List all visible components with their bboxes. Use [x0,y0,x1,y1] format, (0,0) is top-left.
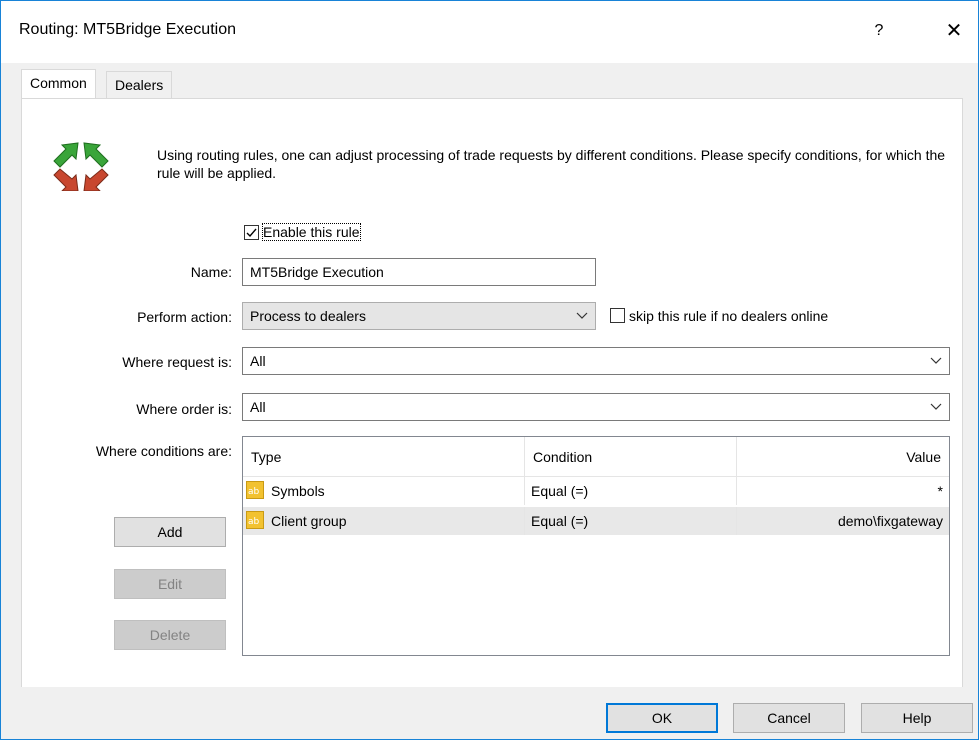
type-cell: ab Symbols [243,477,525,505]
condition-cell: Equal (=) [525,477,737,505]
value-cell: * [937,483,943,499]
perform-action-label: Perform action: [137,309,232,325]
table-row[interactable]: ab Symbols Equal (=) * [243,477,949,505]
checkbox-box [610,308,625,323]
routing-dialog: Routing: MT5Bridge Execution ? ✕ Common … [0,0,979,740]
description-text: Using routing rules, one can adjust proc… [157,147,946,181]
tab-dealers[interactable]: Dealers [106,71,173,98]
add-button[interactable]: Add [114,517,226,547]
help-button[interactable]: Help [861,703,973,733]
ab-text-icon: ab [246,481,264,499]
svg-text:ab: ab [248,517,260,527]
value-cell: demo\fixgateway [837,513,943,529]
name-label: Name: [190,264,232,280]
where-order-value: All [250,399,266,415]
where-order-label: Where order is: [136,401,232,417]
ok-button[interactable]: OK [606,703,718,733]
column-header-type[interactable]: Type [243,437,525,477]
name-field[interactable]: MT5Bridge Execution [242,258,596,286]
help-icon[interactable]: ? [867,15,891,47]
conditions-table[interactable]: Type Condition Value ab Symbols Equal (=… [242,436,950,656]
where-request-value: All [250,353,266,369]
common-panel: Using routing rules, one can adjust proc… [21,98,963,688]
svg-text:ab: ab [248,487,260,497]
dialog-title: Routing: MT5Bridge Execution [19,21,236,38]
enable-rule-checkbox[interactable]: Enable this rule [244,223,384,243]
condition-cell: Equal (=) [525,507,737,535]
type-cell: ab Client group [243,507,525,535]
ab-text-icon: ab [246,511,264,529]
column-header-condition[interactable]: Condition [525,437,737,477]
perform-action-value: Process to dealers [250,308,366,324]
table-row[interactable]: ab Client group Equal (=) demo\fixgatewa… [243,507,949,535]
tab-common[interactable]: Common [21,69,96,98]
column-header-value[interactable]: Value [737,437,949,477]
where-request-label: Where request is: [122,354,232,370]
perform-action-select[interactable]: Process to dealers [242,302,596,330]
title-bar: Routing: MT5Bridge Execution ? ✕ [1,1,978,63]
close-icon[interactable]: ✕ [939,15,969,47]
routing-arrows-icon [53,142,109,191]
where-order-select[interactable]: All [242,393,950,421]
chevron-down-icon [576,312,588,319]
where-request-select[interactable]: All [242,347,950,375]
checkbox-box [244,225,259,240]
checkmark-icon [246,228,257,238]
delete-button[interactable]: Delete [114,620,226,650]
chevron-down-icon [930,403,942,410]
footer-bar: OK Cancel Help [1,687,978,739]
enable-rule-label: Enable this rule [262,223,361,241]
skip-rule-label: skip this rule if no dealers online [629,308,829,324]
edit-button[interactable]: Edit [114,569,226,599]
cancel-button[interactable]: Cancel [733,703,845,733]
skip-rule-checkbox[interactable]: skip this rule if no dealers online [610,307,880,327]
chevron-down-icon [930,357,942,364]
where-conditions-label: Where conditions are: [95,443,232,459]
